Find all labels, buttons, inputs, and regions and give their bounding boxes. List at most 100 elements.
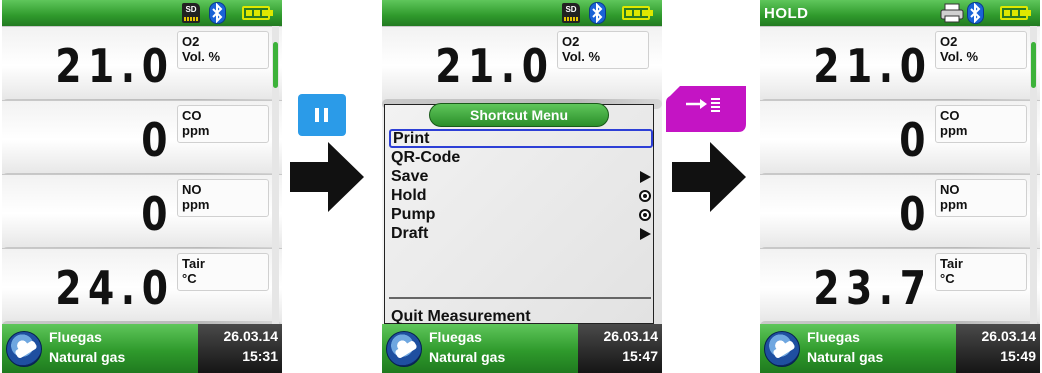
- param-name: Tair: [940, 256, 963, 271]
- fuel-name: Natural gas: [429, 349, 506, 365]
- param-unit: °C: [182, 271, 197, 286]
- reading-row[interactable]: 21.0 O2 Vol. %: [760, 26, 1040, 109]
- fuel-logo-icon: [6, 331, 42, 367]
- param-name: O2: [182, 34, 200, 49]
- param-unit: Vol. %: [940, 49, 979, 64]
- reading-value: 0: [141, 113, 174, 167]
- param-name: NO: [940, 182, 960, 197]
- reading-label: Tair °C: [935, 253, 1027, 291]
- status-bar: HOLD: [760, 0, 1040, 26]
- reading-label: O2 Vol. %: [935, 31, 1027, 69]
- menu-item-pump[interactable]: Pump: [389, 206, 653, 225]
- reading-row[interactable]: 0 NO ppm: [760, 174, 1040, 257]
- pause-key[interactable]: [298, 94, 346, 136]
- footer-bar: Fluegas Natural gas 26.03.14 15:49: [760, 324, 1040, 373]
- shortcut-menu: Shortcut Menu Print QR-Code Save Hold Pu…: [384, 103, 654, 325]
- reading-row[interactable]: 21.0 O2 Vol. %: [382, 26, 662, 109]
- status-bar: SD: [2, 0, 282, 26]
- menu-item-label: Pump: [391, 206, 436, 223]
- menu-item-label: Print: [393, 130, 430, 147]
- fuel-name: Natural gas: [49, 349, 126, 365]
- fuel-logo-icon: [764, 331, 800, 367]
- fuel-name: Natural gas: [807, 349, 884, 365]
- time: 15:49: [1000, 348, 1036, 364]
- battery-icon: [622, 6, 653, 20]
- pause-icon: [315, 108, 319, 122]
- status-bar: SD: [382, 0, 662, 26]
- param-unit: ppm: [940, 123, 968, 138]
- sd-card-icon: SD: [182, 3, 200, 23]
- menu-item-save[interactable]: Save: [389, 168, 653, 187]
- time: 15:47: [622, 348, 658, 364]
- reading-label: CO ppm: [935, 105, 1027, 143]
- menu-item-hold[interactable]: Hold: [389, 187, 653, 206]
- param-name: O2: [940, 34, 958, 49]
- reading-row[interactable]: 24.0 Tair °C: [2, 248, 282, 331]
- fuel-type: Fluegas: [49, 329, 102, 345]
- screen-shortcut-menu: SD 21.0 O2 Vol. % Shortcut Menu Print QR…: [382, 0, 662, 373]
- reading-value: 24.0: [54, 261, 174, 315]
- radio-icon[interactable]: [639, 209, 651, 221]
- screen-hold-measurement: HOLD 21.0 O2 Vol. % 0 CO ppm 0 NO ppm 23: [760, 0, 1040, 373]
- datetime-panel: 26.03.14 15:31: [198, 324, 282, 373]
- menu-title: Shortcut Menu: [429, 103, 609, 127]
- printer-icon: [940, 3, 964, 23]
- reading-label: NO ppm: [935, 179, 1027, 217]
- arrow-right-icon: [672, 142, 746, 212]
- reading-label: O2 Vol. %: [557, 31, 649, 69]
- footer-bar: Fluegas Natural gas 26.03.14 15:47: [382, 324, 662, 373]
- menu-item-label: Hold: [391, 187, 427, 204]
- arrow-right-icon: [640, 171, 651, 183]
- reading-value: 23.7: [812, 261, 932, 315]
- menu-item-label: Draft: [391, 225, 429, 242]
- date: 26.03.14: [223, 328, 279, 344]
- reading-value: 21.0: [812, 39, 932, 93]
- reading-label: CO ppm: [177, 105, 269, 143]
- reading-label: O2 Vol. %: [177, 31, 269, 69]
- date: 26.03.14: [981, 328, 1037, 344]
- param-unit: ppm: [182, 123, 210, 138]
- battery-icon: [1000, 6, 1031, 20]
- reading-label: Tair °C: [177, 253, 269, 291]
- param-unit: ppm: [182, 197, 210, 212]
- bluetooth-icon: [589, 2, 606, 24]
- param-name: CO: [182, 108, 202, 123]
- param-unit: Vol. %: [562, 49, 601, 64]
- reading-row[interactable]: 0 CO ppm: [2, 100, 282, 183]
- param-name: NO: [182, 182, 202, 197]
- reading-row[interactable]: 0 CO ppm: [760, 100, 1040, 183]
- menu-item-draft[interactable]: Draft: [389, 225, 653, 244]
- reading-value: 21.0: [434, 39, 554, 93]
- screen-live-measurement: SD 21.0 O2 Vol. % 0 CO ppm 0 NO ppm 24.0…: [2, 0, 282, 373]
- reading-row[interactable]: 21.0 O2 Vol. %: [2, 26, 282, 109]
- bluetooth-icon: [967, 2, 984, 24]
- datetime-panel: 26.03.14 15:49: [956, 324, 1040, 373]
- sd-card-icon: SD: [562, 3, 580, 23]
- scrollbar-thumb[interactable]: [273, 42, 278, 88]
- reading-row[interactable]: 23.7 Tair °C: [760, 248, 1040, 331]
- scrollbar[interactable]: [1030, 26, 1037, 324]
- param-name: O2: [562, 34, 580, 49]
- arrow-right-icon: [290, 142, 364, 212]
- battery-icon: [242, 6, 273, 20]
- arrow-right-icon: [640, 228, 651, 240]
- menu-item-qr-code[interactable]: QR-Code: [389, 149, 653, 168]
- reading-row[interactable]: 0 NO ppm: [2, 174, 282, 257]
- menu-item-label: QR-Code: [391, 149, 461, 166]
- print-key[interactable]: [664, 84, 748, 134]
- footer-bar: Fluegas Natural gas 26.03.14 15:31: [2, 324, 282, 373]
- param-unit: Vol. %: [182, 49, 221, 64]
- scrollbar[interactable]: [272, 26, 279, 324]
- bluetooth-icon: [209, 2, 226, 24]
- scrollbar-thumb[interactable]: [1031, 42, 1036, 88]
- time: 15:31: [242, 348, 278, 364]
- reading-value: 0: [899, 113, 932, 167]
- hold-status: HOLD: [764, 5, 809, 22]
- menu-divider: [389, 297, 651, 299]
- reading-label: NO ppm: [177, 179, 269, 217]
- reading-value: 0: [899, 187, 932, 241]
- datetime-panel: 26.03.14 15:47: [578, 324, 662, 373]
- fuel-logo-icon: [386, 331, 422, 367]
- radio-icon[interactable]: [639, 190, 651, 202]
- menu-item-print[interactable]: Print: [389, 129, 653, 148]
